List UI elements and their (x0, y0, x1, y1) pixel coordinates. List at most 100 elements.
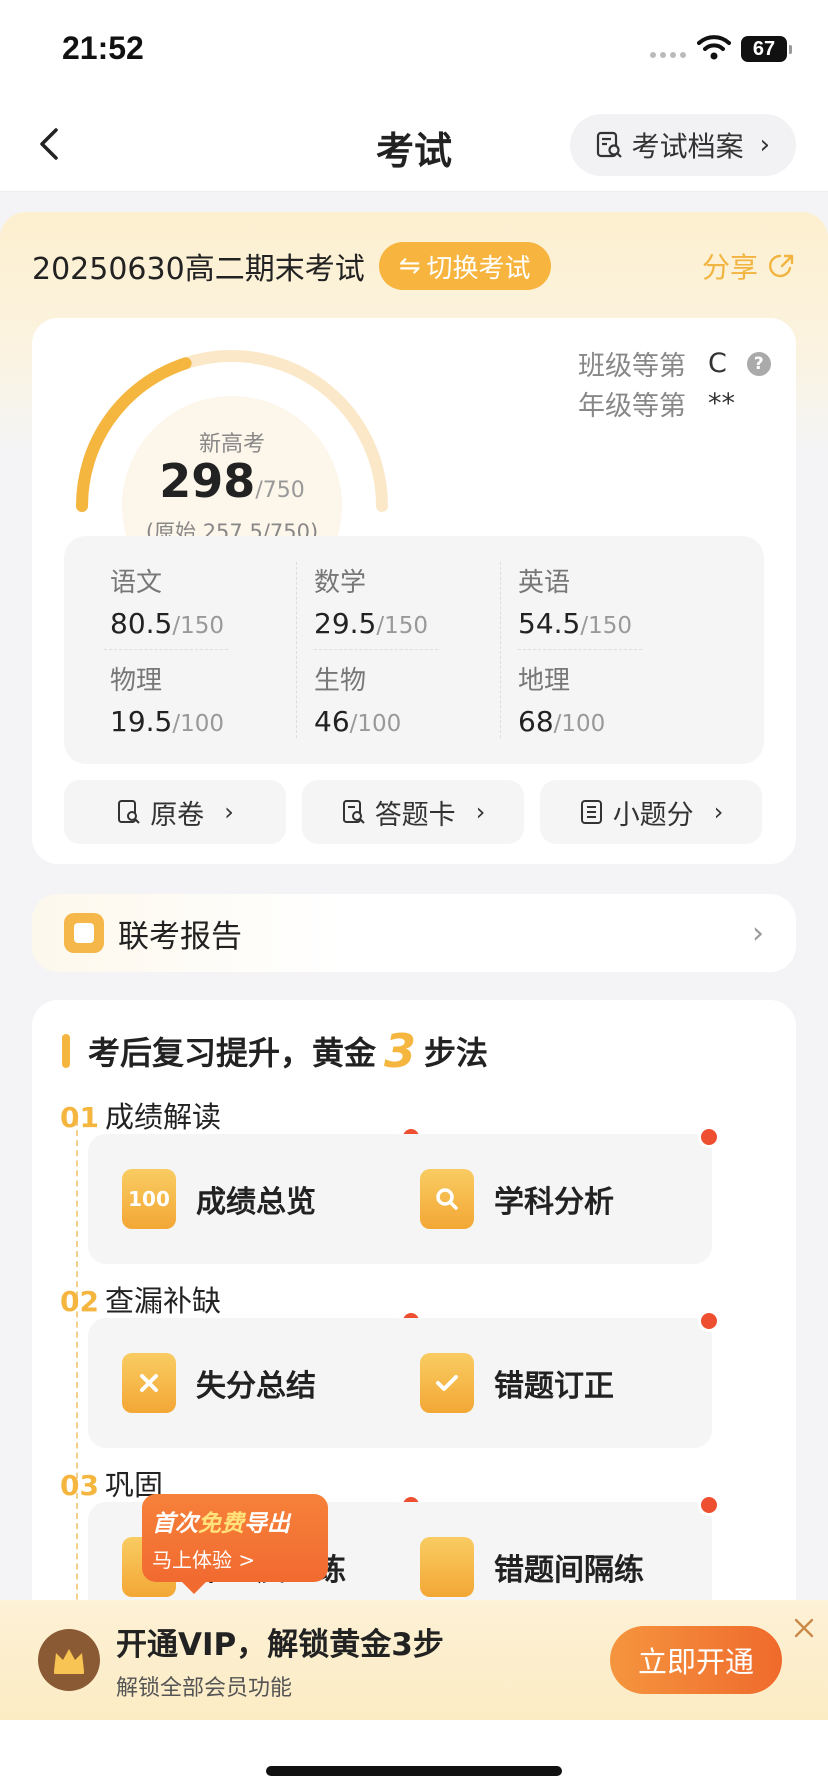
stage-number: 01 (60, 1101, 99, 1134)
answer-sheet-icon (342, 800, 365, 824)
tile-label: 学科分析 (494, 1185, 614, 1220)
exam-header: 20250630高二期末考试 ⇋ 切换考试 分享 (32, 240, 796, 292)
subject-item: 物理 19.5/100 (110, 660, 310, 738)
steps-title-suffix: 步法 (424, 1034, 489, 1072)
notification-dot (698, 1310, 720, 1332)
original-paper-label: 原卷 (150, 799, 205, 831)
divider (296, 562, 297, 738)
help-icon[interactable]: ? (746, 351, 771, 376)
grade-rank-value: ** (708, 388, 735, 419)
question-scores-button[interactable]: 小题分 › (540, 780, 762, 844)
tile-lost-points-summary[interactable]: 失分总结 (88, 1310, 422, 1448)
stage-label: 成绩解读 (104, 1100, 221, 1134)
class-rank: 班级等第 C ? (578, 344, 771, 383)
subject-score: 46/100 (314, 705, 402, 738)
notification-dot (698, 1126, 720, 1148)
share-button[interactable]: 分享 (702, 246, 796, 286)
nav-bar: 考试 考试档案 › (0, 96, 828, 192)
class-rank-value: C (708, 348, 727, 379)
tile-subject-analysis[interactable]: 学科分析 (386, 1126, 720, 1264)
steps-title-number: 3 (384, 1024, 417, 1078)
vip-subtitle: 解锁全部会员功能 (116, 1675, 293, 1701)
battery-icon: 67 (741, 36, 792, 62)
joint-report-label: 联考报告 (118, 918, 242, 955)
magnifier-icon (420, 1169, 474, 1229)
question-scores-label: 小题分 (612, 799, 694, 831)
report-icon (64, 913, 104, 953)
total-score-value: 298 (159, 454, 256, 508)
subject-score: 19.5/100 (110, 705, 224, 738)
subject-item: 地理 68/100 (518, 660, 718, 738)
check-icon (420, 1353, 474, 1413)
tile-error-correction[interactable]: 错题订正 (386, 1310, 720, 1448)
total-score-max: /750 (255, 478, 305, 503)
status-time: 21:52 (62, 30, 144, 66)
subject-item: 生物 46/100 (314, 660, 514, 738)
crown-icon (38, 1629, 100, 1691)
switch-exam-label: 切换考试 (426, 253, 531, 284)
list-icon (580, 800, 602, 824)
exam-name: 20250630高二期末考试 (32, 252, 365, 287)
stage-header: 01 成绩解读 (60, 1094, 221, 1136)
joint-report-row[interactable]: 联考报告 › (32, 894, 796, 972)
divider (314, 649, 438, 650)
divider (500, 562, 501, 738)
total-score: 298/750 (72, 454, 392, 508)
paper-search-icon (118, 800, 140, 824)
score-card: 新高考 298/750 (原始 257.5/750) 班级等第 C ? 年级等第… (32, 318, 796, 864)
chevron-right-icon: › (475, 798, 486, 826)
notification-dot (698, 1494, 720, 1516)
chevron-right-icon: › (752, 915, 764, 951)
hundred-icon: 100 (122, 1169, 176, 1229)
vip-banner: 开通VIP，解锁黄金3步 解锁全部会员功能 立即开通 (0, 1600, 828, 1720)
title-accent-bar (62, 1034, 70, 1068)
steps-title-prefix: 考后复习提升，黄金 (88, 1034, 377, 1072)
vip-title: 开通VIP，解锁黄金3步 (116, 1626, 444, 1663)
subject-item: 英语 54.5/150 (518, 562, 718, 640)
class-rank-label: 班级等第 (578, 351, 686, 382)
tile-label: 错题间隔练 (494, 1553, 644, 1588)
tile-score-overview[interactable]: 100 成绩总览 (88, 1126, 422, 1264)
status-bar: 21:52 67 (0, 0, 828, 96)
chevron-right-icon: › (713, 798, 724, 826)
stage-number: 03 (60, 1469, 99, 1502)
tile-label: 成绩总览 (196, 1185, 316, 1220)
answer-sheet-label: 答题卡 (374, 799, 456, 831)
switch-exam-button[interactable]: ⇋ 切换考试 (378, 242, 551, 290)
answer-sheet-button[interactable]: 答题卡 › (302, 780, 524, 844)
close-icon[interactable] (790, 1614, 818, 1642)
grade-rank-label: 年级等第 (578, 391, 686, 422)
stage-number: 02 (60, 1285, 99, 1318)
exam-archive-button[interactable]: 考试档案 › (569, 114, 796, 176)
practice-icon (420, 1537, 474, 1597)
subject-name: 物理 (110, 666, 163, 696)
archive-icon (596, 131, 622, 158)
signal-icon (650, 52, 686, 58)
home-indicator-area (0, 1720, 828, 1792)
subject-item: 语文 80.5/150 (110, 562, 310, 640)
free-export-promo[interactable]: 首次免费导出 马上体验 > (142, 1494, 328, 1594)
cross-icon (122, 1353, 176, 1413)
subject-name: 生物 (314, 666, 367, 696)
divider (104, 649, 228, 650)
steps-title: 考后复习提升，黄金 3 步法 (62, 1028, 488, 1074)
subject-scores[interactable]: 语文 80.5/150 数学 29.5/150 英语 54.5/150 物理 1… (64, 536, 764, 764)
original-paper-button[interactable]: 原卷 › (64, 780, 286, 844)
divider (518, 649, 642, 650)
swap-icon: ⇋ (398, 251, 421, 281)
subject-name: 英语 (518, 568, 571, 598)
timeline-line (76, 1120, 78, 1640)
home-indicator[interactable] (266, 1766, 562, 1776)
archive-label: 考试档案 (631, 130, 744, 163)
stage-label: 查漏补缺 (104, 1284, 221, 1318)
subject-item: 数学 29.5/150 (314, 562, 514, 640)
open-vip-button[interactable]: 立即开通 (610, 1626, 782, 1694)
subject-name: 地理 (518, 666, 571, 696)
chevron-right-icon: › (759, 130, 770, 160)
chevron-right-icon: › (224, 798, 234, 826)
subject-name: 语文 (110, 568, 163, 598)
score-gauge: 新高考 298/750 (原始 257.5/750) (72, 346, 392, 616)
stage-header: 02 查漏补缺 (60, 1278, 221, 1320)
subject-name: 数学 (314, 568, 367, 598)
grade-rank: 年级等第 ** (578, 384, 735, 423)
